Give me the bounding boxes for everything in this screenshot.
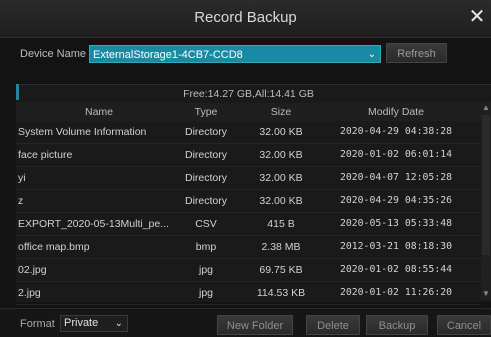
row-size: 32.00 KB — [259, 126, 303, 138]
row-modify-date: 2020-05-13 05:33:48 — [339, 218, 453, 229]
row-name: 02.jpg — [18, 264, 47, 276]
device-name-select[interactable]: ExternalStorage1-4CB7-CCD8 ⌄ — [89, 45, 381, 63]
chevron-down-icon: ⌄ — [367, 49, 376, 60]
row-size: 415 B — [267, 218, 295, 230]
row-modify-date: 2020-04-29 04:35:26 — [339, 195, 453, 206]
format-label: Format — [20, 318, 55, 330]
file-table-body: System Volume Information Directory 32.0… — [16, 121, 481, 305]
table-row[interactable]: z Directory 32.00 KB 2020-04-29 04:35:26 — [16, 190, 481, 213]
row-size: 32.00 KB — [259, 195, 303, 207]
delete-button[interactable]: Delete — [306, 315, 360, 335]
column-header-name[interactable]: Name — [18, 103, 180, 121]
row-size: 32.00 KB — [259, 172, 303, 184]
row-size: 2.38 MB — [261, 241, 301, 253]
row-modify-date: 2012-03-21 08:18:30 — [339, 241, 453, 252]
row-type: jpg — [198, 287, 213, 299]
table-header: Name Type Size Modify Date — [16, 103, 481, 121]
title-bar: Record Backup ✕ — [0, 0, 491, 38]
row-name: EXPORT_2020-05-13Multi_pe... — [18, 218, 169, 230]
device-name-label: Device Name — [20, 48, 87, 60]
scrollbar-thumb[interactable] — [482, 115, 490, 255]
table-row[interactable]: 02.jpg jpg 69.75 KB 2020-01-02 08:55:44 — [16, 259, 481, 282]
row-modify-date: 2020-01-02 11:26:20 — [339, 287, 453, 298]
row-name: office map.bmp — [18, 241, 90, 253]
backup-button[interactable]: Backup — [366, 315, 428, 335]
new-folder-button[interactable]: New Folder — [217, 315, 293, 335]
row-name: face picture — [18, 149, 73, 161]
scroll-down-icon[interactable]: ▼ — [481, 288, 491, 300]
table-row[interactable]: 2.jpg jpg 114.53 KB 2020-01-02 11:26:20 — [16, 282, 481, 305]
row-size: 32.00 KB — [259, 149, 303, 161]
row-name: yi — [18, 172, 26, 184]
row-size: 69.75 KB — [259, 264, 303, 276]
column-header-type[interactable]: Type — [180, 103, 232, 121]
row-type: Directory — [184, 172, 227, 184]
column-header-size[interactable]: Size — [246, 103, 316, 121]
row-type: Directory — [184, 195, 227, 207]
row-name: System Volume Information — [18, 126, 147, 138]
table-row[interactable]: face picture Directory 32.00 KB 2020-01-… — [16, 144, 481, 167]
table-row[interactable]: EXPORT_2020-05-13Multi_pe... CSV 415 B 2… — [16, 213, 481, 236]
row-name: 2.jpg — [18, 287, 41, 299]
device-name-value: ExternalStorage1-4CB7-CCD8 — [93, 49, 243, 61]
storage-free-text: Free:14.27 GB,All:14.41 GB — [183, 88, 314, 100]
table-row[interactable]: office map.bmp bmp 2.38 MB 2012-03-21 08… — [16, 236, 481, 259]
close-icon[interactable]: ✕ — [467, 6, 487, 28]
format-select[interactable]: Private ⌄ — [60, 315, 128, 332]
column-header-modify-date[interactable]: Modify Date — [316, 103, 476, 121]
row-modify-date: 2020-04-07 12:05:28 — [339, 172, 453, 183]
scroll-up-icon[interactable]: ▲ — [481, 102, 491, 114]
row-modify-date: 2020-04-29 04:38:28 — [339, 126, 453, 137]
record-backup-dialog: Record Backup ✕ Device Name ExternalStor… — [0, 0, 491, 337]
row-type: CSV — [195, 218, 217, 230]
row-type: Directory — [184, 149, 227, 161]
cancel-button[interactable]: Cancel — [437, 315, 491, 335]
table-row[interactable]: yi Directory 32.00 KB 2020-04-07 12:05:2… — [16, 167, 481, 190]
format-value: Private — [64, 317, 99, 329]
row-name: z — [18, 195, 24, 207]
refresh-button[interactable]: Refresh — [386, 43, 447, 63]
row-type: bmp — [195, 241, 217, 253]
table-row[interactable]: System Volume Information Directory 32.0… — [16, 121, 481, 144]
dialog-title: Record Backup — [194, 9, 297, 26]
row-size: 114.53 KB — [256, 287, 306, 299]
chevron-down-icon: ⌄ — [114, 318, 123, 329]
row-type: jpg — [198, 264, 213, 276]
vertical-scrollbar[interactable]: ▲ ▼ — [481, 102, 491, 300]
row-modify-date: 2020-01-02 08:55:44 — [339, 264, 453, 275]
row-type: Directory — [184, 126, 227, 138]
row-modify-date: 2020-01-02 06:01:14 — [339, 149, 453, 160]
